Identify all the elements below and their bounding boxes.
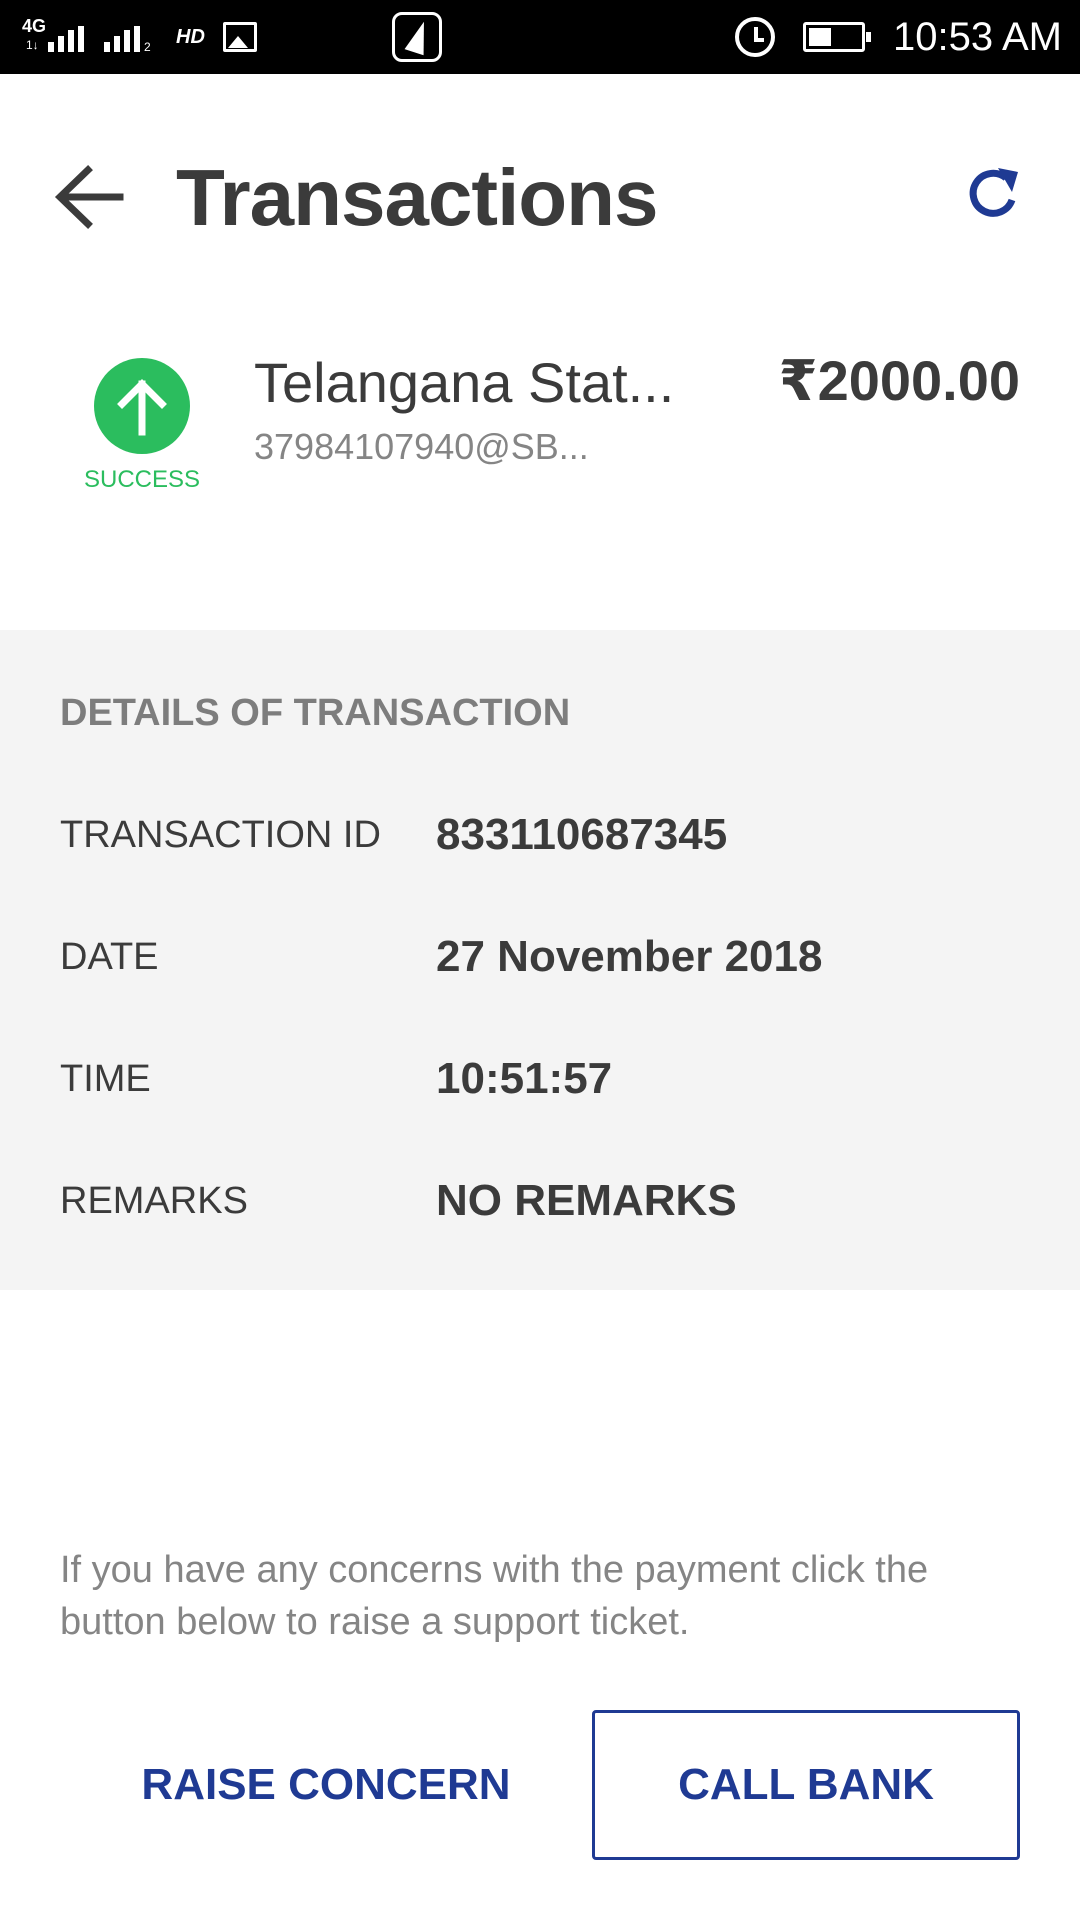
status-bar-right: 10:53 AM (734, 10, 1062, 64)
status-bar: 4G 1↓ 1 2 HD 10:53 AM (0, 0, 1080, 74)
detail-row-date: DATE 27 November 2018 (0, 928, 1080, 988)
status-label: SUCCESS (83, 466, 201, 493)
network-type: 4G (22, 16, 47, 36)
app-bar: Transactions (0, 74, 1080, 314)
refresh-icon (969, 168, 1018, 217)
transaction-summary: SUCCESS Telangana Stat... 37984107940@SB… (0, 314, 1080, 630)
payee-name: Telangana Stat... (254, 351, 675, 414)
support-message: If you have any concerns with the paymen… (60, 1549, 929, 1643)
details-heading: DETAILS OF TRANSACTION (60, 692, 571, 734)
detail-row-time: TIME 10:51:57 (0, 1050, 1080, 1110)
back-button[interactable] (52, 162, 126, 232)
alarm-icon (734, 17, 775, 57)
detail-value: NO REMARKS (436, 1176, 737, 1225)
raise-concern-button[interactable]: RAISE CONCERN (60, 1712, 592, 1858)
page-title: Transactions (176, 153, 659, 242)
detail-label: TIME (60, 1058, 151, 1100)
detail-value: 27 November 2018 (436, 932, 823, 981)
status-icon-badge (94, 358, 190, 454)
battery-level (808, 28, 832, 46)
app-notification-icon (392, 12, 442, 62)
detail-value: 833110687345 (436, 810, 728, 859)
status-time: 10:53 AM (892, 14, 1062, 59)
hd-voice-label: HD (176, 25, 205, 48)
payee-vpa: 37984107940@SB... (254, 426, 589, 467)
detail-label: TRANSACTION ID (60, 814, 381, 856)
status-bar-left: 4G 1↓ 1 2 HD (22, 10, 257, 64)
arrow-up-icon (117, 379, 167, 436)
detail-value: 10:51:57 (436, 1054, 613, 1103)
detail-label: DATE (60, 936, 159, 978)
detail-row-transaction-id: TRANSACTION ID 833110687345 (0, 806, 1080, 866)
call-bank-button[interactable]: CALL BANK (592, 1710, 1020, 1860)
refresh-button[interactable] (962, 162, 1026, 226)
arrow-left-icon (54, 165, 124, 229)
battery-icon (802, 22, 871, 52)
detail-label: REMARKS (60, 1180, 248, 1222)
sim2-signal-icon: 2 (102, 14, 158, 60)
sim2-index: 2 (144, 40, 151, 54)
gallery-notification-icon (222, 22, 257, 52)
sim1-index: 1 (78, 40, 85, 54)
transaction-details: DETAILS OF TRANSACTION TRANSACTION ID 83… (0, 630, 1080, 1290)
data-activity: 1↓ (26, 38, 39, 52)
detail-row-remarks: REMARKS NO REMARKS (0, 1172, 1080, 1232)
sim1-signal-icon: 4G 1↓ 1 (22, 14, 85, 60)
transaction-amount: ₹2000.00 (778, 349, 1020, 412)
